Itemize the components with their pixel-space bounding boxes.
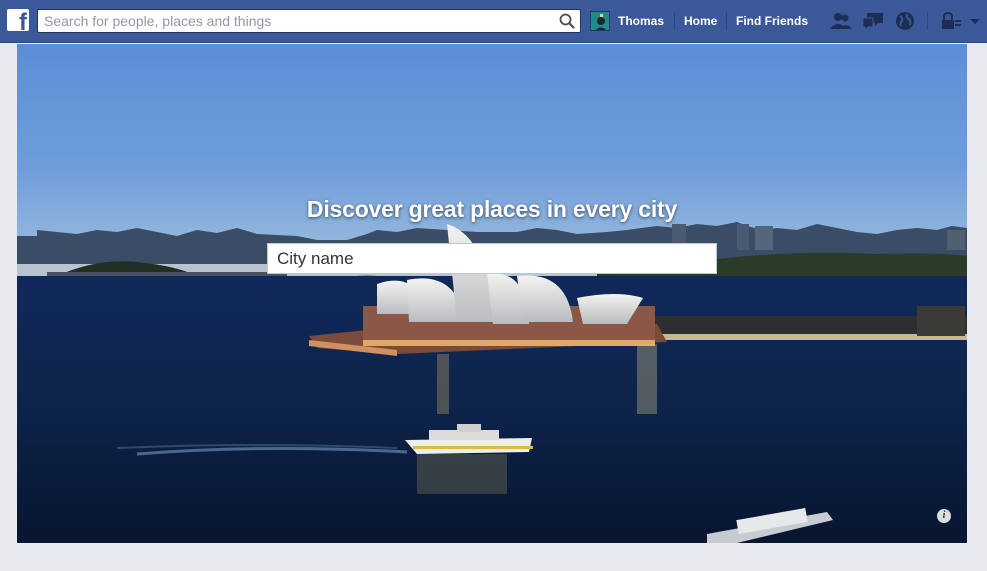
info-icon[interactable]: i bbox=[937, 509, 951, 523]
home-link[interactable]: Home bbox=[684, 14, 717, 28]
avatar[interactable] bbox=[590, 11, 610, 31]
facebook-logo-icon[interactable]: f bbox=[7, 9, 29, 31]
privacy-lock-icon[interactable] bbox=[939, 10, 963, 32]
messages-icon[interactable] bbox=[861, 10, 885, 32]
hero-banner: Discover great places in every city i bbox=[17, 44, 967, 543]
nav-separator bbox=[927, 12, 928, 30]
notifications-globe-icon[interactable] bbox=[893, 10, 917, 32]
account-dropdown-icon[interactable] bbox=[967, 10, 983, 32]
nav-separator bbox=[674, 12, 675, 30]
search-icon bbox=[559, 13, 575, 29]
nav-separator bbox=[726, 12, 727, 30]
search-box bbox=[37, 9, 581, 33]
hero-title: Discover great places in every city bbox=[306, 196, 678, 222]
friend-requests-icon[interactable] bbox=[829, 10, 853, 32]
find-friends-link[interactable]: Find Friends bbox=[736, 14, 808, 28]
city-name-input[interactable] bbox=[267, 243, 717, 274]
top-bar: f Thomas Home Find Friends bbox=[0, 0, 987, 43]
sydney-harbour-photo bbox=[17, 222, 967, 543]
search-input[interactable] bbox=[38, 10, 548, 32]
profile-link[interactable]: Thomas bbox=[618, 14, 664, 28]
search-button[interactable] bbox=[554, 10, 580, 32]
